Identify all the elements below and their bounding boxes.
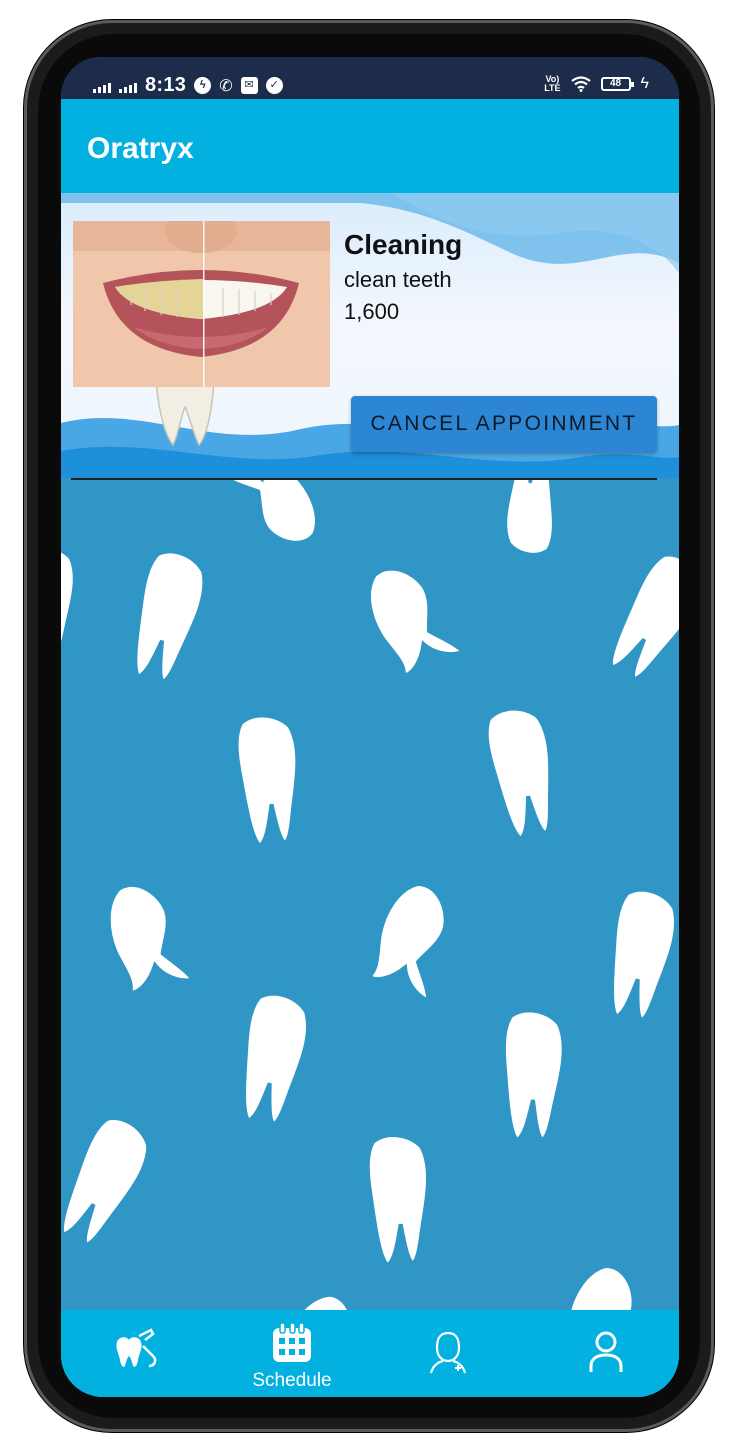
appointment-card: Cleaning clean teeth 1,600 CANCEL APPOIN…: [61, 193, 679, 478]
app-bar: Oratryx: [61, 99, 679, 193]
battery-icon: 48: [600, 77, 634, 91]
volte-icon: Vo) LTE: [544, 74, 561, 93]
messenger-icon: ϟ: [194, 77, 212, 94]
clock: 8:13: [145, 74, 187, 96]
nav-schedule[interactable]: Schedule: [232, 1310, 352, 1397]
calendar-icon: [273, 1322, 311, 1362]
nav-doctors[interactable]: [387, 1310, 507, 1397]
nav-schedule-label: Schedule: [252, 1370, 332, 1391]
charging-icon: ϟ: [640, 75, 649, 92]
profile-icon: [589, 1331, 623, 1372]
check-icon: ✓: [265, 77, 283, 94]
signal-icon: [93, 79, 111, 93]
app-title: Oratryx: [87, 132, 194, 165]
service-name: Cleaning: [344, 229, 463, 260]
app-screen: 8:13 ϟ ✆ ✉ ✓ Vo) LTE 48 ϟ Oratryx Cleani…: [61, 57, 679, 1397]
tooth-tools-icon: [116, 1328, 157, 1368]
wifi-icon: [570, 76, 591, 92]
nav-profile[interactable]: [547, 1310, 667, 1397]
bottom-nav: Schedule: [61, 1310, 679, 1397]
doctor-icon: [429, 1331, 467, 1374]
signal-icon: [119, 79, 137, 93]
service-image: [73, 221, 330, 387]
service-price: 1,600: [344, 299, 400, 324]
tooth-pattern-background: [61, 480, 679, 1310]
nav-dental-services[interactable]: [71, 1310, 191, 1397]
status-bar: 8:13 ϟ ✆ ✉ ✓ Vo) LTE 48 ϟ: [61, 57, 679, 99]
mail-icon: ✉: [240, 77, 258, 94]
cancel-appointment-button[interactable]: CANCEL APPOINMENT: [351, 396, 657, 452]
phone-call-icon: ✆: [219, 77, 233, 95]
service-description: clean teeth: [344, 267, 452, 292]
